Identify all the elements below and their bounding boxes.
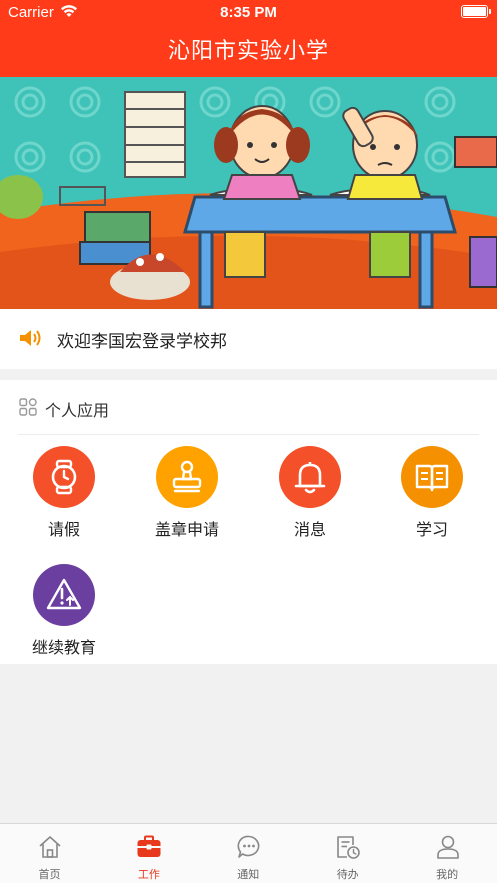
app-label: 请假 — [47, 520, 80, 539]
tab-profile[interactable]: 我的 — [398, 824, 497, 883]
todo-icon — [337, 836, 360, 859]
speaker-icon — [20, 330, 41, 346]
home-icon — [39, 836, 61, 858]
briefcase-icon — [137, 835, 161, 857]
welcome-text: 欢迎李国宏登录学校邦 — [57, 332, 227, 352]
banner-illustration — [0, 77, 497, 309]
app-leave[interactable]: 请假 — [14, 446, 114, 556]
battery-icon — [461, 5, 491, 18]
welcome-notice[interactable]: 欢迎李国宏登录学校邦 — [0, 309, 497, 369]
tab-home[interactable]: 首页 — [0, 824, 99, 883]
apps-section-header: 个人应用 — [18, 380, 479, 435]
banner-image[interactable] — [0, 77, 497, 309]
tab-todo[interactable]: 待办 — [298, 824, 397, 883]
app-label: 继续教育 — [31, 638, 96, 657]
tab-work[interactable]: 工作 — [99, 824, 198, 883]
tab-label: 工作 — [137, 868, 160, 881]
stamp-icon — [156, 446, 218, 508]
app-stamp-request[interactable]: 盖章申请 — [137, 446, 237, 556]
apps-section-title: 个人应用 — [45, 401, 110, 420]
app-messages[interactable]: 消息 — [260, 446, 360, 556]
tab-label: 通知 — [237, 868, 260, 881]
grid-icon — [19, 398, 37, 416]
bottom-tab-bar: 首页 工作 通知 待办 我的 — [0, 823, 497, 883]
tab-label: 我的 — [436, 868, 459, 881]
status-bar: Carrier 8:35 PM — [0, 0, 497, 26]
status-time: 8:35 PM — [220, 4, 277, 21]
header-bar: Carrier 8:35 PM 沁阳市实验小学 — [0, 0, 497, 77]
watch-icon — [33, 446, 95, 508]
app-label: 消息 — [293, 520, 326, 539]
page-title: 沁阳市实验小学 — [167, 39, 329, 64]
warning-upload-icon — [33, 564, 95, 626]
app-label: 盖章申请 — [154, 520, 219, 539]
personal-apps-panel: 个人应用 请假 盖章申请 消息 学习 继续教育 — [0, 380, 497, 664]
tab-label: 首页 — [38, 868, 61, 881]
tab-label: 待办 — [336, 868, 359, 881]
book-icon — [401, 446, 463, 508]
app-label: 学习 — [415, 520, 448, 539]
chat-icon — [237, 835, 260, 858]
bell-icon — [279, 446, 341, 508]
user-icon — [436, 835, 459, 859]
tab-notifications[interactable]: 通知 — [199, 824, 298, 883]
app-study[interactable]: 学习 — [382, 446, 482, 556]
app-continuing-education[interactable]: 继续教育 — [14, 564, 114, 674]
